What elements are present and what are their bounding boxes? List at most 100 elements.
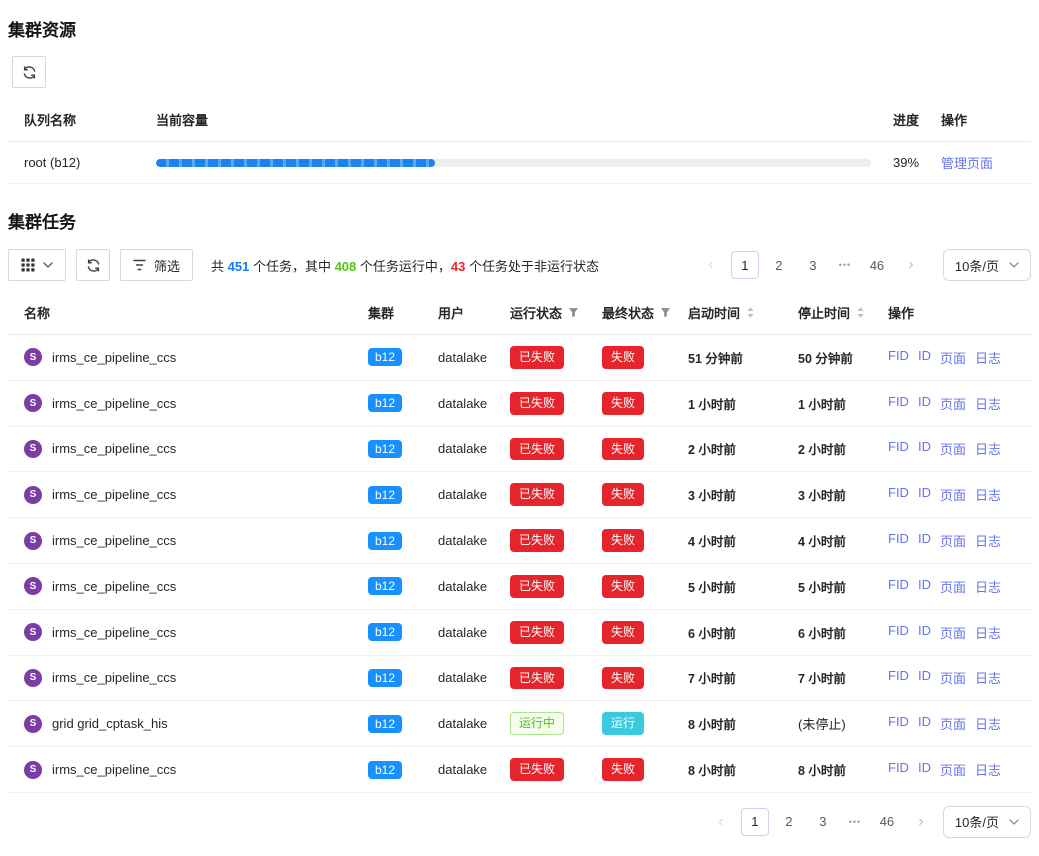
task-row-actions: FID ID 页面日志: [888, 714, 1023, 733]
pager-page-1[interactable]: 1: [741, 808, 769, 836]
row-action-id[interactable]: ID: [918, 577, 931, 596]
task-avatar: S: [24, 761, 42, 779]
row-action-page[interactable]: 页面: [940, 577, 966, 596]
row-action-fid[interactable]: FID: [888, 668, 909, 687]
tasks-refresh-button[interactable]: [76, 249, 110, 281]
summary-stopped-count: 43: [451, 259, 465, 274]
pager-page-46[interactable]: 46: [873, 808, 901, 836]
row-action-id[interactable]: ID: [918, 348, 931, 367]
pager-prev[interactable]: ‹: [697, 251, 725, 279]
pager-page-1[interactable]: 1: [731, 251, 759, 279]
row-action-log[interactable]: 日志: [975, 760, 1001, 779]
row-action-page[interactable]: 页面: [940, 714, 966, 733]
row-action-log[interactable]: 日志: [975, 485, 1001, 504]
row-action-fid[interactable]: FID: [888, 348, 909, 367]
page-size-select[interactable]: 10条/页: [943, 249, 1031, 281]
task-user: datalake: [438, 716, 487, 731]
start-time: 7 小时前: [688, 672, 736, 686]
row-action-log[interactable]: 日志: [975, 348, 1001, 367]
page-size-select[interactable]: 10条/页: [943, 806, 1031, 838]
row-action-fid[interactable]: FID: [888, 394, 909, 413]
bottom-bar: ‹123•••46› 10条/页: [8, 806, 1031, 838]
row-action-fid[interactable]: FID: [888, 531, 909, 550]
row-action-page[interactable]: 页面: [940, 439, 966, 458]
run-status-badge: 运行中: [510, 712, 564, 735]
start-time: 1 小时前: [688, 398, 736, 412]
chevron-down-icon: [1009, 262, 1019, 268]
col-stop-time[interactable]: 停止时间: [790, 291, 880, 335]
filter-funnel-icon[interactable]: [568, 307, 579, 318]
row-action-page[interactable]: 页面: [940, 531, 966, 550]
row-action-id[interactable]: ID: [918, 714, 931, 733]
row-action-log[interactable]: 日志: [975, 623, 1001, 642]
resources-refresh-button[interactable]: [12, 56, 46, 88]
row-action-fid[interactable]: FID: [888, 623, 909, 642]
row-action-fid[interactable]: FID: [888, 714, 909, 733]
row-action-page[interactable]: 页面: [940, 394, 966, 413]
chevron-down-icon: [43, 262, 53, 268]
row-action-id[interactable]: ID: [918, 760, 931, 779]
row-action-log[interactable]: 日志: [975, 577, 1001, 596]
refresh-icon: [22, 65, 37, 80]
pager-ellipsis[interactable]: •••: [833, 251, 857, 279]
task-name: irms_ce_pipeline_ccs: [52, 579, 176, 594]
column-settings-button[interactable]: [8, 249, 66, 281]
row-action-fid[interactable]: FID: [888, 485, 909, 504]
pager-next[interactable]: ›: [897, 251, 925, 279]
row-action-log[interactable]: 日志: [975, 439, 1001, 458]
run-status-badge: 已失败: [510, 667, 564, 690]
start-time: 2 小时前: [688, 443, 736, 457]
row-action-id[interactable]: ID: [918, 394, 931, 413]
col-start-time[interactable]: 启动时间: [680, 291, 790, 335]
resource-row: root (b12) 39% 管理页面: [8, 142, 1031, 184]
sort-icon[interactable]: [856, 306, 865, 319]
task-row: S irms_ce_pipeline_ccs b12 datalake 已失败 …: [8, 472, 1031, 518]
cluster-badge: b12: [368, 577, 402, 595]
row-action-id[interactable]: ID: [918, 668, 931, 687]
row-action-log[interactable]: 日志: [975, 531, 1001, 550]
row-action-id[interactable]: ID: [918, 485, 931, 504]
row-action-fid[interactable]: FID: [888, 439, 909, 458]
pager-page-2[interactable]: 2: [765, 251, 793, 279]
summary-text: 个任务运行中，: [356, 259, 451, 274]
pager-page-3[interactable]: 3: [809, 808, 837, 836]
pager-page-2[interactable]: 2: [775, 808, 803, 836]
tasks-summary: 共 451 个任务，其中 408 个任务运行中，43 个任务处于非运行状态: [211, 256, 599, 275]
col-queue-name: 队列名称: [8, 98, 148, 142]
col-start-time-label: 启动时间: [688, 303, 740, 322]
row-action-id[interactable]: ID: [918, 531, 931, 550]
row-action-log[interactable]: 日志: [975, 668, 1001, 687]
pager-next[interactable]: ›: [907, 808, 935, 836]
row-action-id[interactable]: ID: [918, 439, 931, 458]
pager-page-46[interactable]: 46: [863, 251, 891, 279]
row-action-fid[interactable]: FID: [888, 577, 909, 596]
row-action-page[interactable]: 页面: [940, 760, 966, 779]
final-status-badge: 失败: [602, 483, 644, 506]
row-action-fid[interactable]: FID: [888, 760, 909, 779]
filter-funnel-icon[interactable]: [660, 307, 671, 318]
pager-prev[interactable]: ‹: [707, 808, 735, 836]
row-action-log[interactable]: 日志: [975, 714, 1001, 733]
summary-running-count: 408: [335, 259, 357, 274]
pager-page-3[interactable]: 3: [799, 251, 827, 279]
row-action-page[interactable]: 页面: [940, 668, 966, 687]
row-action-log[interactable]: 日志: [975, 394, 1001, 413]
start-time: 8 小时前: [688, 718, 736, 732]
task-row: S irms_ce_pipeline_ccs b12 datalake 已失败 …: [8, 609, 1031, 655]
stop-time: 6 小时前: [798, 627, 846, 641]
task-avatar: S: [24, 623, 42, 641]
row-action-page[interactable]: 页面: [940, 623, 966, 642]
task-name: irms_ce_pipeline_ccs: [52, 670, 176, 685]
row-action-page[interactable]: 页面: [940, 485, 966, 504]
pager-ellipsis[interactable]: •••: [843, 808, 867, 836]
filter-button[interactable]: 筛选: [120, 249, 193, 281]
task-avatar: S: [24, 532, 42, 550]
row-action-id[interactable]: ID: [918, 623, 931, 642]
sort-icon[interactable]: [746, 306, 755, 319]
summary-text: 个任务，其中: [249, 259, 334, 274]
manage-page-link[interactable]: 管理页面: [941, 156, 993, 171]
grid-icon: [21, 258, 35, 272]
start-time: 8 小时前: [688, 764, 736, 778]
task-avatar: S: [24, 486, 42, 504]
row-action-page[interactable]: 页面: [940, 348, 966, 367]
